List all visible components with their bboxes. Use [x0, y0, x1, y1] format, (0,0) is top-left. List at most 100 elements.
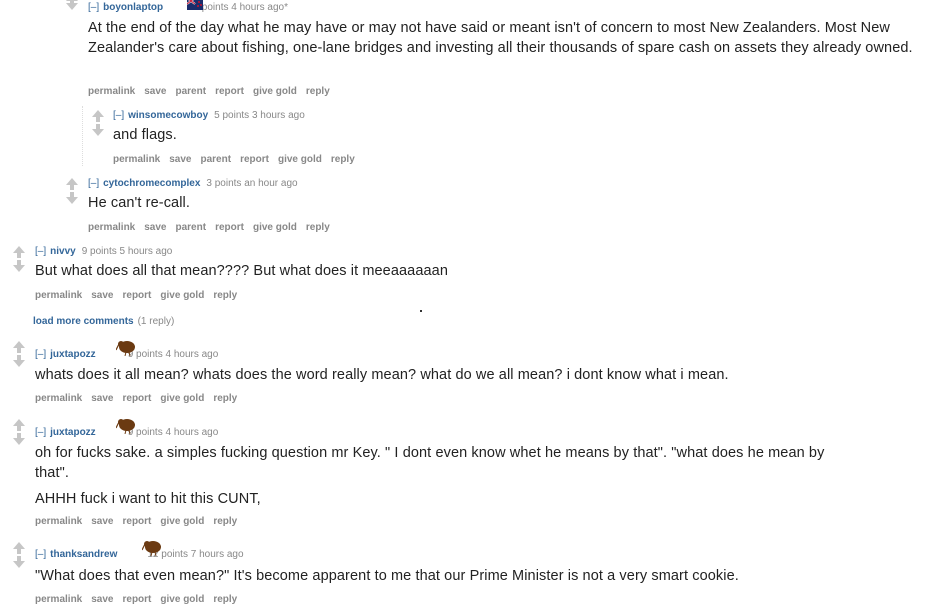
comment-buttons: permalink save report give gold reply — [35, 516, 246, 527]
author-link[interactable]: winsomecowboy — [128, 110, 208, 121]
save-button[interactable]: save — [169, 154, 191, 165]
comment-tagline: [–] thanksandrew 12 points 7 hours ago — [35, 549, 244, 560]
save-button[interactable]: save — [91, 594, 113, 605]
comment-body: oh for fucks sake. a simples fucking que… — [35, 443, 855, 509]
upvote-arrow-icon[interactable] — [13, 341, 25, 348]
arrow-stem — [17, 426, 21, 431]
load-more-count: (1 reply) — [137, 316, 175, 327]
collapse-toggle[interactable]: [–] — [35, 246, 46, 257]
collapse-toggle[interactable]: [–] — [88, 2, 99, 13]
author-link[interactable]: cytochromecomplex — [103, 178, 200, 189]
reply-button[interactable]: reply — [213, 516, 237, 527]
downvote-arrow-icon[interactable] — [13, 438, 25, 445]
comment-text: "What does that even mean?" It's become … — [35, 568, 739, 584]
author-link[interactable]: thanksandrew — [50, 549, 117, 560]
comment-tagline: [–] winsomecowboy 5 points 3 hours ago — [113, 110, 305, 121]
report-button[interactable]: report — [215, 86, 244, 97]
save-button[interactable]: save — [91, 516, 113, 527]
score-and-time: 9 points 4 hours ago — [127, 349, 219, 360]
comment-buttons: permalink save parent report give gold reply — [88, 86, 339, 97]
vote-arrows — [13, 341, 29, 371]
report-button[interactable]: report — [123, 290, 152, 301]
comment-tagline: [–] cytochromecomplex 3 points an hour ago — [88, 178, 298, 189]
vote-arrows — [92, 110, 108, 140]
comment-buttons: permalink save parent report give gold reply — [113, 154, 364, 165]
comment-body: and flags. — [113, 125, 177, 145]
downvote-arrow-icon[interactable] — [13, 265, 25, 272]
parent-button[interactable]: parent — [176, 222, 207, 233]
reply-button[interactable]: reply — [306, 86, 330, 97]
save-button[interactable]: save — [91, 290, 113, 301]
report-button[interactable]: report — [215, 222, 244, 233]
give-gold-button[interactable]: give gold — [160, 393, 204, 404]
give-gold-button[interactable]: give gold — [253, 222, 297, 233]
permalink-button[interactable]: permalink — [35, 393, 82, 404]
kiwi-bird-icon — [116, 419, 135, 434]
comment-text: oh for fucks sake. a simples fucking que… — [35, 445, 825, 481]
parent-button[interactable]: parent — [176, 86, 207, 97]
score-and-time: 9 points 4 hours ago — [127, 427, 219, 438]
collapse-toggle[interactable]: [–] — [35, 427, 46, 438]
vote-arrows — [13, 542, 29, 572]
author-link[interactable]: juxtapozz — [50, 349, 96, 360]
comment-text: AHHH fuck i want to hit this CUNT, — [35, 491, 261, 507]
upvote-arrow-icon[interactable] — [13, 542, 25, 549]
report-button[interactable]: report — [123, 594, 152, 605]
kiwi-bird-icon — [116, 341, 135, 356]
permalink-button[interactable]: permalink — [88, 86, 135, 97]
arrow-stem — [96, 117, 100, 122]
downvote-arrow-icon[interactable] — [92, 129, 104, 136]
score-and-time: 3 points an hour ago — [206, 178, 298, 189]
author-link[interactable]: boyonlaptop — [103, 2, 163, 13]
collapse-toggle[interactable]: [–] — [88, 178, 99, 189]
reply-button[interactable]: reply — [213, 290, 237, 301]
collapse-toggle[interactable]: [–] — [113, 110, 124, 121]
load-more-comments-link[interactable]: load more comments — [33, 316, 134, 327]
upvote-arrow-icon[interactable] — [66, 178, 78, 185]
permalink-button[interactable]: permalink — [35, 594, 82, 605]
author-link[interactable]: nivvy — [50, 246, 76, 257]
collapse-toggle[interactable]: [–] — [35, 349, 46, 360]
reply-button[interactable]: reply — [213, 594, 237, 605]
give-gold-button[interactable]: give gold — [253, 86, 297, 97]
permalink-button[interactable]: permalink — [35, 290, 82, 301]
report-button[interactable]: report — [123, 393, 152, 404]
save-button[interactable]: save — [144, 86, 166, 97]
report-button[interactable]: report — [123, 516, 152, 527]
upvote-arrow-icon[interactable] — [13, 246, 25, 253]
comment-body: But what does all that mean???? But what… — [35, 261, 448, 281]
arrow-stem — [70, 185, 74, 190]
permalink-button[interactable]: permalink — [88, 222, 135, 233]
load-more-comments: load more comments (1 reply) — [33, 316, 174, 327]
upvote-arrow-icon[interactable] — [92, 110, 104, 117]
downvote-arrow-icon[interactable] — [13, 360, 25, 367]
comment-thread: [–] boyonlaptop 12 points 4 hours ago* At… — [0, 0, 951, 615]
downvote-arrow-icon[interactable] — [66, 3, 78, 10]
save-button[interactable]: save — [91, 393, 113, 404]
give-gold-button[interactable]: give gold — [160, 290, 204, 301]
reply-button[interactable]: reply — [306, 222, 330, 233]
comment-buttons: permalink save parent report give gold reply — [88, 222, 339, 233]
permalink-button[interactable]: permalink — [35, 516, 82, 527]
comment-text: At the end of the day what he may have o… — [88, 20, 913, 56]
permalink-button[interactable]: permalink — [113, 154, 160, 165]
save-button[interactable]: save — [144, 222, 166, 233]
comment-buttons: permalink save report give gold reply — [35, 393, 246, 404]
comment-body: At the end of the day what he may have o… — [88, 18, 928, 58]
collapse-toggle[interactable]: [–] — [35, 549, 46, 560]
parent-button[interactable]: parent — [201, 154, 232, 165]
give-gold-button[interactable]: give gold — [278, 154, 322, 165]
reply-button[interactable]: reply — [331, 154, 355, 165]
upvote-arrow-icon[interactable] — [13, 419, 25, 426]
stray-dot — [420, 310, 422, 312]
reply-button[interactable]: reply — [213, 393, 237, 404]
nz-flag-icon — [187, 0, 203, 10]
give-gold-button[interactable]: give gold — [160, 594, 204, 605]
author-link[interactable]: juxtapozz — [50, 427, 96, 438]
report-button[interactable]: report — [240, 154, 269, 165]
comment-tagline: [–] nivvy 9 points 5 hours ago — [35, 246, 172, 257]
downvote-arrow-icon[interactable] — [66, 197, 78, 204]
give-gold-button[interactable]: give gold — [160, 516, 204, 527]
arrow-stem — [17, 253, 21, 258]
downvote-arrow-icon[interactable] — [13, 561, 25, 568]
